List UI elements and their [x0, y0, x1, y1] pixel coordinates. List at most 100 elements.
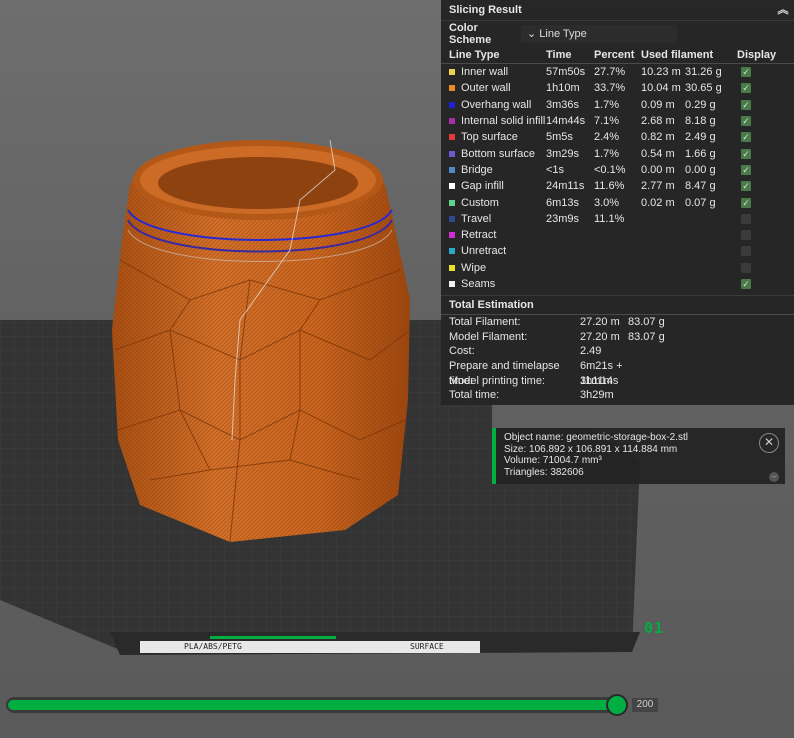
line-type-weight: 31.26 g — [685, 66, 722, 79]
color-scheme-dropdown[interactable]: ⌄ Line Type — [521, 25, 677, 43]
total-label: Model printing time: — [449, 374, 545, 387]
line-type-name: Unretract — [449, 243, 546, 259]
color-swatch-icon — [449, 215, 455, 222]
display-checkbox[interactable]: ✓ — [741, 148, 751, 159]
plate-label-left: PLA/ABS/PETG — [184, 642, 242, 651]
line-type-label: Retract — [461, 229, 497, 242]
line-type-label: Inner wall — [461, 66, 509, 79]
line-type-name: Outer wall — [449, 80, 546, 96]
line-type-label: Top surface — [461, 131, 518, 144]
line-type-label: Travel — [461, 212, 492, 225]
display-checkbox[interactable]: ✓ — [741, 197, 751, 208]
display-checkbox[interactable]: ✓ — [741, 99, 751, 110]
total-row: Total Filament: 27.20 m 83.07 g — [441, 315, 794, 330]
layer-slider-fill — [8, 700, 624, 710]
display-checkbox[interactable]: ✓ — [741, 132, 751, 143]
col-time: Time — [546, 49, 572, 61]
line-type-time: 57m50s — [546, 66, 586, 79]
color-swatch-icon — [449, 264, 455, 271]
display-checkbox[interactable] — [741, 230, 751, 241]
line-type-label: Outer wall — [461, 82, 511, 95]
line-type-weight: 1.66 g — [685, 147, 716, 160]
layer-slider-handle[interactable] — [606, 694, 628, 716]
line-type-row: Retract — [441, 227, 794, 243]
line-type-name: Internal solid infill — [449, 113, 546, 129]
total-value: 27.20 m — [580, 330, 620, 343]
display-checkbox[interactable]: ✓ — [741, 116, 751, 127]
line-type-percent: 1.7% — [594, 147, 620, 160]
total-value: 2.49 — [580, 345, 602, 358]
line-type-name: Bottom surface — [449, 146, 546, 162]
line-type-label: Unretract — [461, 245, 507, 258]
color-swatch-icon — [449, 69, 455, 76]
line-type-weight: 2.49 g — [685, 131, 716, 144]
col-display: Display — [737, 49, 777, 61]
layer-slider[interactable] — [6, 694, 628, 716]
line-type-percent: 11.1% — [594, 212, 625, 225]
line-type-name: Seams — [449, 276, 546, 292]
total-row: Model Filament: 27.20 m 83.07 g — [441, 330, 794, 345]
total-row: Model printing time: 3h11m — [441, 374, 794, 389]
model-vase[interactable] — [112, 139, 411, 543]
color-swatch-icon — [449, 199, 455, 206]
close-icon[interactable]: ✕ — [759, 433, 779, 453]
line-type-length: 0.54 m — [641, 147, 675, 160]
line-type-row: Bottom surface 3m29s 1.7% 0.54 m 1.66 g ✓ — [441, 145, 794, 161]
line-type-row: Outer wall 1h10m 33.7% 10.04 m 30.65 g ✓ — [441, 80, 794, 96]
line-type-row: Internal solid infill 14m44s 7.1% 2.68 m 8.1… — [441, 113, 794, 129]
panel-header: Slicing Result ︽ — [441, 0, 794, 21]
line-type-name: Wipe — [449, 260, 546, 276]
display-checkbox[interactable]: ✓ — [741, 181, 751, 192]
line-type-length: 0.82 m — [641, 131, 675, 144]
line-type-length: 10.04 m — [641, 82, 681, 95]
line-type-time: 3m29s — [546, 147, 580, 160]
line-type-label: Wipe — [461, 261, 487, 274]
line-type-weight: 30.65 g — [685, 82, 722, 95]
total-row: Total time: 3h29m — [441, 388, 794, 403]
object-info-popup: Object name: geometric-storage-box-2.stl… — [492, 428, 785, 484]
color-swatch-icon — [449, 134, 455, 141]
total-label: Cost: — [449, 345, 475, 358]
display-checkbox[interactable]: ✓ — [741, 83, 751, 94]
line-type-weight: 8.47 g — [685, 180, 716, 193]
line-type-name: Custom — [449, 195, 546, 211]
color-scheme-value: Line Type — [539, 28, 587, 40]
display-checkbox[interactable] — [741, 246, 751, 257]
total-label: Total Filament: — [449, 316, 521, 329]
line-type-label: Internal solid infill — [461, 115, 546, 128]
display-checkbox[interactable] — [741, 213, 751, 224]
total-label: Total time: — [449, 389, 500, 402]
line-type-label: Bridge — [461, 163, 493, 176]
color-scheme-row: Color Scheme ⌄ Line Type — [441, 22, 794, 46]
line-type-percent: 27.7% — [594, 66, 626, 79]
slicing-result-panel: Slicing Result ︽ Color Scheme ⌄ Line Typ… — [441, 0, 794, 405]
plate-label-right: SURFACE — [410, 642, 444, 651]
color-swatch-icon — [449, 85, 455, 92]
line-type-label: Seams — [461, 278, 496, 290]
total-value: 3h29m — [580, 389, 614, 402]
display-checkbox[interactable]: ✓ — [741, 279, 751, 289]
line-type-name: Gap infill — [449, 178, 546, 194]
color-swatch-icon — [449, 118, 455, 125]
plate-number[interactable]: 01 — [644, 619, 664, 637]
line-type-row: Unretract — [441, 243, 794, 259]
line-type-name: Inner wall — [449, 64, 546, 80]
chevron-up-icon[interactable]: ︽ — [776, 0, 790, 20]
line-type-percent: 33.7% — [594, 82, 626, 95]
line-type-row: Wipe — [441, 260, 794, 276]
color-swatch-icon — [449, 183, 455, 190]
display-checkbox[interactable]: ✓ — [741, 67, 751, 78]
display-checkbox[interactable]: ✓ — [741, 164, 751, 175]
layer-value: 200 — [632, 698, 658, 712]
col-line-type: Line Type — [449, 49, 500, 61]
line-type-weight: 0.07 g — [685, 196, 716, 209]
total-value: 6m21s + 11m14s — [580, 359, 623, 387]
total-value-2: 83.07 g — [628, 316, 665, 329]
color-scheme-label: Color Scheme — [449, 22, 492, 46]
line-type-time: 23m9s — [546, 212, 580, 225]
line-type-row: Seams ✓ — [441, 276, 794, 292]
minimize-icon[interactable]: – — [769, 472, 779, 482]
line-type-percent: 3.0% — [594, 196, 620, 209]
display-checkbox[interactable] — [741, 262, 751, 273]
plate-label-strip: PLA/ABS/PETG SURFACE — [140, 641, 480, 653]
